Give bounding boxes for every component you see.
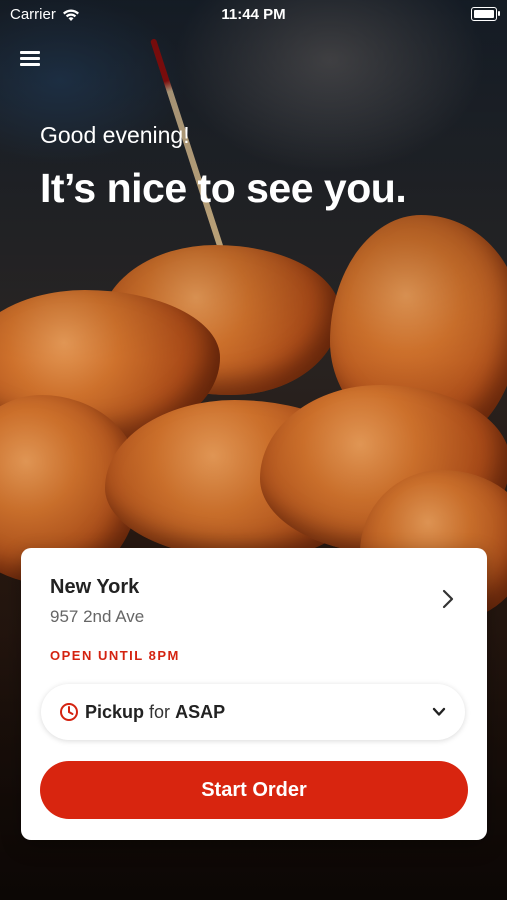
location-name: New York (50, 576, 140, 598)
order-mode-connector: for (149, 701, 171, 722)
order-time: ASAP (175, 701, 226, 722)
battery-icon (471, 7, 500, 21)
chevron-right-icon[interactable] (437, 588, 459, 610)
app-screen: Carrier 11:44 PM Good evening! It’s nice… (0, 0, 507, 900)
location-card: New York 957 2nd Ave OPEN UNTIL 8PM Pick… (21, 548, 487, 840)
store-hours: OPEN UNTIL 8PM (50, 648, 180, 663)
order-mode: Pickup (85, 701, 145, 722)
start-order-button[interactable]: Start Order (40, 761, 468, 819)
status-bar: Carrier 11:44 PM (0, 0, 507, 30)
headline-text: It’s nice to see you. (40, 165, 407, 211)
greeting-text: Good evening! (40, 122, 190, 148)
order-mode-label: Pickup for ASAP (85, 702, 225, 723)
clock-time: 11:44 PM (221, 6, 286, 23)
menu-icon[interactable] (20, 48, 42, 68)
order-mode-selector[interactable]: Pickup for ASAP (41, 684, 465, 740)
location-address: 957 2nd Ave (50, 607, 145, 626)
clock-icon (60, 703, 78, 721)
chevron-down-icon (432, 707, 446, 716)
